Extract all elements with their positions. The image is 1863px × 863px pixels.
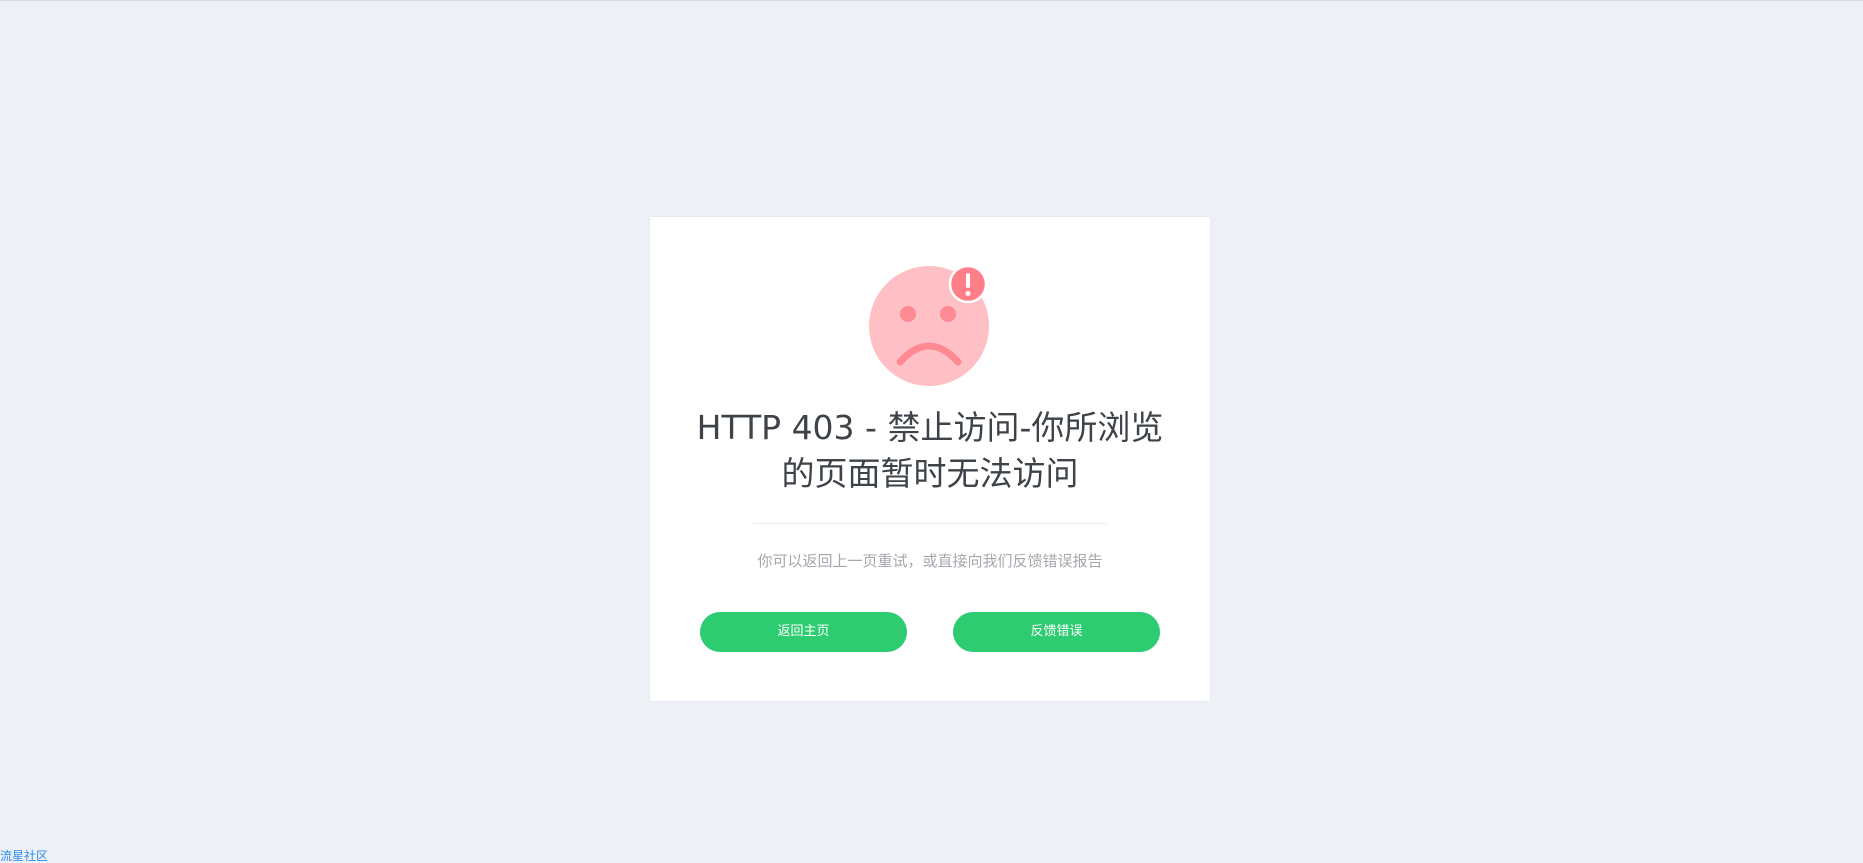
back-home-button[interactable]: 返回主页	[700, 612, 907, 652]
divider	[753, 523, 1107, 524]
error-card: HTTP 403 - 禁止访问-你所浏览的页面暂时无法访问 你可以返回上一页重试…	[650, 217, 1210, 701]
report-error-button[interactable]: 反馈错误	[953, 612, 1160, 652]
footer-community-link[interactable]: 流星社区	[0, 849, 48, 863]
exclamation-icon	[948, 264, 988, 304]
error-title: HTTP 403 - 禁止访问-你所浏览的页面暂时无法访问	[696, 408, 1164, 493]
error-subtitle: 你可以返回上一页重试，或直接向我们反馈错误报告	[757, 552, 1103, 570]
top-border	[0, 0, 1863, 1]
